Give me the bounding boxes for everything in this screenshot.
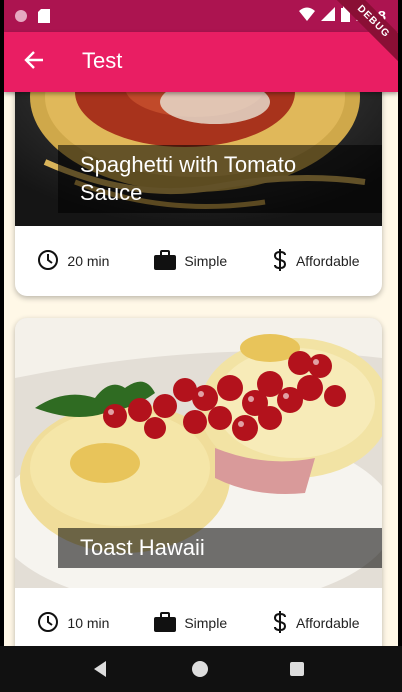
- app-screen: 2:48 Test DEBUG: [4, 0, 398, 692]
- affordability-info: Affordable: [272, 610, 360, 636]
- affordability-label: Affordable: [295, 253, 360, 269]
- sd-card-icon: [38, 9, 50, 28]
- clock-icon: [37, 249, 59, 274]
- page-title: Test: [82, 48, 123, 73]
- briefcase-icon: [154, 249, 177, 273]
- meal-title: Spaghetti with Tomato Sauce: [58, 145, 382, 213]
- complexity-info: Simple: [154, 611, 228, 635]
- dollar-icon: [272, 248, 288, 274]
- duration-info: 20 min: [37, 249, 109, 274]
- complexity-info: Simple: [154, 249, 228, 273]
- affordability-info: Affordable: [272, 248, 360, 274]
- nav-back-button[interactable]: [90, 658, 112, 680]
- duration-label: 10 min: [67, 615, 110, 631]
- app-bar: Test: [4, 32, 398, 92]
- duration-info: 10 min: [37, 611, 109, 636]
- meal-card[interactable]: Spaghetti with Tomato Sauce 20 min Simpl…: [15, 92, 382, 296]
- meal-details: 10 min Simple Affordable: [15, 588, 382, 646]
- duration-label: 20 min: [67, 253, 110, 269]
- system-nav-bar: [0, 646, 402, 692]
- complexity-label: Simple: [184, 253, 228, 269]
- nav-recents-button[interactable]: [286, 658, 308, 680]
- wifi-icon: [298, 7, 315, 26]
- back-button[interactable]: [18, 46, 50, 78]
- meal-list[interactable]: Spaghetti with Tomato Sauce 20 min Simpl…: [4, 92, 398, 646]
- meal-title: Toast Hawaii: [58, 528, 382, 568]
- meal-card[interactable]: Toast Hawaii 10 min Simple Affordable: [15, 318, 382, 646]
- signal-icon: [320, 7, 335, 26]
- meal-details: 20 min Simple Affordable: [15, 226, 382, 296]
- status-bar: 2:48: [4, 0, 398, 32]
- notification-dot-icon: [14, 9, 28, 28]
- dollar-icon: [272, 610, 288, 636]
- clock-icon: [37, 611, 59, 636]
- complexity-label: Simple: [184, 615, 228, 631]
- arrow-left-icon: [23, 49, 45, 76]
- nav-home-button[interactable]: [189, 658, 211, 680]
- briefcase-icon: [154, 611, 177, 635]
- affordability-label: Affordable: [295, 615, 360, 631]
